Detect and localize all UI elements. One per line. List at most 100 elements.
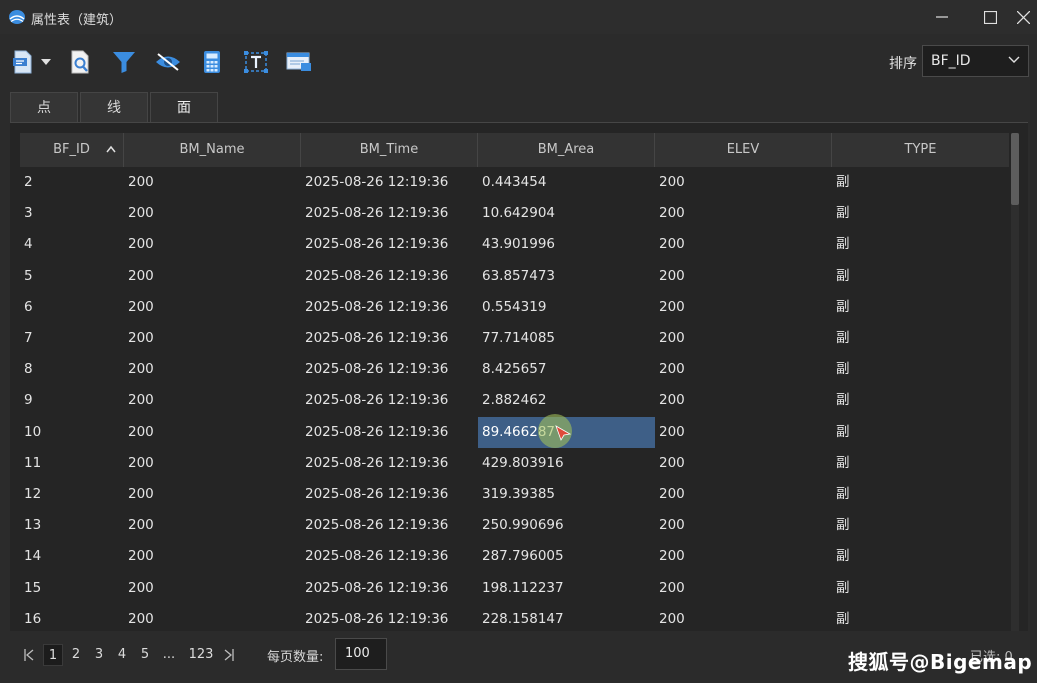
cell-type[interactable]: 副 <box>832 292 1009 323</box>
cell-bf-id[interactable]: 6 <box>20 292 124 323</box>
cell-bm-area[interactable]: 319.39385 <box>478 479 655 510</box>
first-page-icon[interactable] <box>24 649 34 661</box>
cell-bm-area[interactable]: 77.714085 <box>478 323 655 354</box>
cell-elev[interactable]: 200 <box>655 479 832 510</box>
table-row[interactable]: 9 200 2025-08-26 12:19:36 2.882462 200 副 <box>20 385 1009 416</box>
table-row[interactable]: 8 200 2025-08-26 12:19:36 8.425657 200 副 <box>20 354 1009 385</box>
cell-bm-name[interactable]: 200 <box>124 323 301 354</box>
column-header-bf-id[interactable]: BF_ID <box>20 133 124 167</box>
table-row[interactable]: 6 200 2025-08-26 12:19:36 0.554319 200 副 <box>20 292 1009 323</box>
cell-bm-time[interactable]: 2025-08-26 12:19:36 <box>301 604 478 631</box>
cell-bm-time[interactable]: 2025-08-26 12:19:36 <box>301 541 478 572</box>
cell-elev[interactable]: 200 <box>655 354 832 385</box>
table-row[interactable]: 7 200 2025-08-26 12:19:36 77.714085 200 副 <box>20 323 1009 354</box>
cell-bf-id[interactable]: 14 <box>20 541 124 572</box>
column-header-elev[interactable]: ELEV <box>655 133 832 167</box>
cell-elev[interactable]: 200 <box>655 167 832 198</box>
cell-bf-id[interactable]: 4 <box>20 229 124 260</box>
text-field-button[interactable] <box>241 46 271 78</box>
cell-bm-time[interactable]: 2025-08-26 12:19:36 <box>301 261 478 292</box>
cell-bm-time[interactable]: 2025-08-26 12:19:36 <box>301 323 478 354</box>
cell-type[interactable]: 副 <box>832 229 1009 260</box>
cell-bm-area[interactable]: 198.112237 <box>478 573 655 604</box>
table-row[interactable]: 3 200 2025-08-26 12:19:36 10.642904 200 副 <box>20 198 1009 229</box>
cell-bf-id[interactable]: 2 <box>20 167 124 198</box>
cell-bf-id[interactable]: 15 <box>20 573 124 604</box>
scrollbar-thumb[interactable] <box>1011 133 1019 205</box>
cell-bm-time[interactable]: 2025-08-26 12:19:36 <box>301 479 478 510</box>
cell-type[interactable]: 副 <box>832 167 1009 198</box>
cell-bm-area[interactable]: 0.443454 <box>478 167 655 198</box>
filter-button[interactable] <box>110 46 138 78</box>
cell-bm-area[interactable]: 10.642904 <box>478 198 655 229</box>
table-row[interactable]: 14 200 2025-08-26 12:19:36 287.796005 200 副 <box>20 541 1009 572</box>
cell-elev[interactable]: 200 <box>655 229 832 260</box>
cell-elev[interactable]: 200 <box>655 573 832 604</box>
cell-bm-name[interactable]: 200 <box>124 229 301 260</box>
cell-bf-id[interactable]: 11 <box>20 448 124 479</box>
cell-type[interactable]: 副 <box>832 417 1009 448</box>
page-link[interactable]: 3 <box>90 644 108 666</box>
cell-type[interactable]: 副 <box>832 385 1009 416</box>
table-row[interactable]: 10 200 2025-08-26 12:19:36 89.466287 200 副 <box>20 416 1009 448</box>
cell-bm-name[interactable]: 200 <box>124 167 301 198</box>
cell-bm-area[interactable]: 250.990696 <box>478 510 655 541</box>
cell-bm-area[interactable]: 228.158147 <box>478 604 655 631</box>
cell-bm-time[interactable]: 2025-08-26 12:19:36 <box>301 354 478 385</box>
last-page-icon[interactable] <box>224 649 234 661</box>
cell-bm-name[interactable]: 200 <box>124 292 301 323</box>
page-link[interactable]: 1 <box>43 644 63 666</box>
table-row[interactable]: 2 200 2025-08-26 12:19:36 0.443454 200 副 <box>20 167 1009 198</box>
table-row[interactable]: 15 200 2025-08-26 12:19:36 198.112237 200 副 <box>20 573 1009 604</box>
cell-bm-name[interactable]: 200 <box>124 510 301 541</box>
cell-elev[interactable]: 200 <box>655 541 832 572</box>
cell-bm-area[interactable]: 63.857473 <box>478 261 655 292</box>
tab-point[interactable]: 点 <box>10 92 78 122</box>
cell-bf-id[interactable]: 7 <box>20 323 124 354</box>
cell-type[interactable]: 副 <box>832 510 1009 541</box>
table-row[interactable]: 16 200 2025-08-26 12:19:36 228.158147 200 副 <box>20 604 1009 631</box>
cell-bf-id[interactable]: 5 <box>20 261 124 292</box>
cell-elev[interactable]: 200 <box>655 510 832 541</box>
export-button[interactable] <box>10 46 36 78</box>
sort-select[interactable]: BF_ID <box>922 45 1029 77</box>
page-link[interactable]: 2 <box>67 644 85 666</box>
cell-bm-area[interactable]: 8.425657 <box>478 354 655 385</box>
cell-bm-name[interactable]: 200 <box>124 261 301 292</box>
cell-type[interactable]: 副 <box>832 573 1009 604</box>
cell-bm-time[interactable]: 2025-08-26 12:19:36 <box>301 198 478 229</box>
export-dropdown[interactable] <box>38 46 54 78</box>
table-row[interactable]: 11 200 2025-08-26 12:19:36 429.803916 200 副 <box>20 448 1009 479</box>
minimize-button[interactable] <box>924 0 960 34</box>
cell-bm-area[interactable]: 0.554319 <box>478 292 655 323</box>
page-link[interactable]: 123 <box>184 644 218 666</box>
cell-bm-name[interactable]: 200 <box>124 604 301 631</box>
visibility-button[interactable] <box>153 46 183 78</box>
cell-bm-area[interactable]: 287.796005 <box>478 541 655 572</box>
cell-type[interactable]: 副 <box>832 541 1009 572</box>
cell-type[interactable]: 副 <box>832 479 1009 510</box>
zoom-to-button[interactable] <box>66 46 94 78</box>
cell-bf-id[interactable]: 3 <box>20 198 124 229</box>
cell-bm-time[interactable]: 2025-08-26 12:19:36 <box>301 292 478 323</box>
vertical-scrollbar[interactable] <box>1011 133 1019 631</box>
cell-elev[interactable]: 200 <box>655 385 832 416</box>
cell-bm-time[interactable]: 2025-08-26 12:19:36 <box>301 573 478 604</box>
column-header-type[interactable]: TYPE <box>832 133 1009 167</box>
cell-bm-area[interactable]: 43.901996 <box>478 229 655 260</box>
cell-elev[interactable]: 200 <box>655 604 832 631</box>
window-button[interactable] <box>284 46 314 78</box>
cell-type[interactable]: 副 <box>832 198 1009 229</box>
cell-bf-id[interactable]: 12 <box>20 479 124 510</box>
close-button[interactable] <box>1005 0 1037 34</box>
cell-bm-name[interactable]: 200 <box>124 198 301 229</box>
page-size-input[interactable]: 100 <box>335 638 387 670</box>
cell-bm-name[interactable]: 200 <box>124 354 301 385</box>
maximize-button[interactable] <box>972 0 1008 34</box>
cell-bm-name[interactable]: 200 <box>124 448 301 479</box>
cell-type[interactable]: 副 <box>832 354 1009 385</box>
calculator-button[interactable] <box>198 46 226 78</box>
cell-bf-id[interactable]: 16 <box>20 604 124 631</box>
cell-bm-name[interactable]: 200 <box>124 541 301 572</box>
cell-elev[interactable]: 200 <box>655 323 832 354</box>
